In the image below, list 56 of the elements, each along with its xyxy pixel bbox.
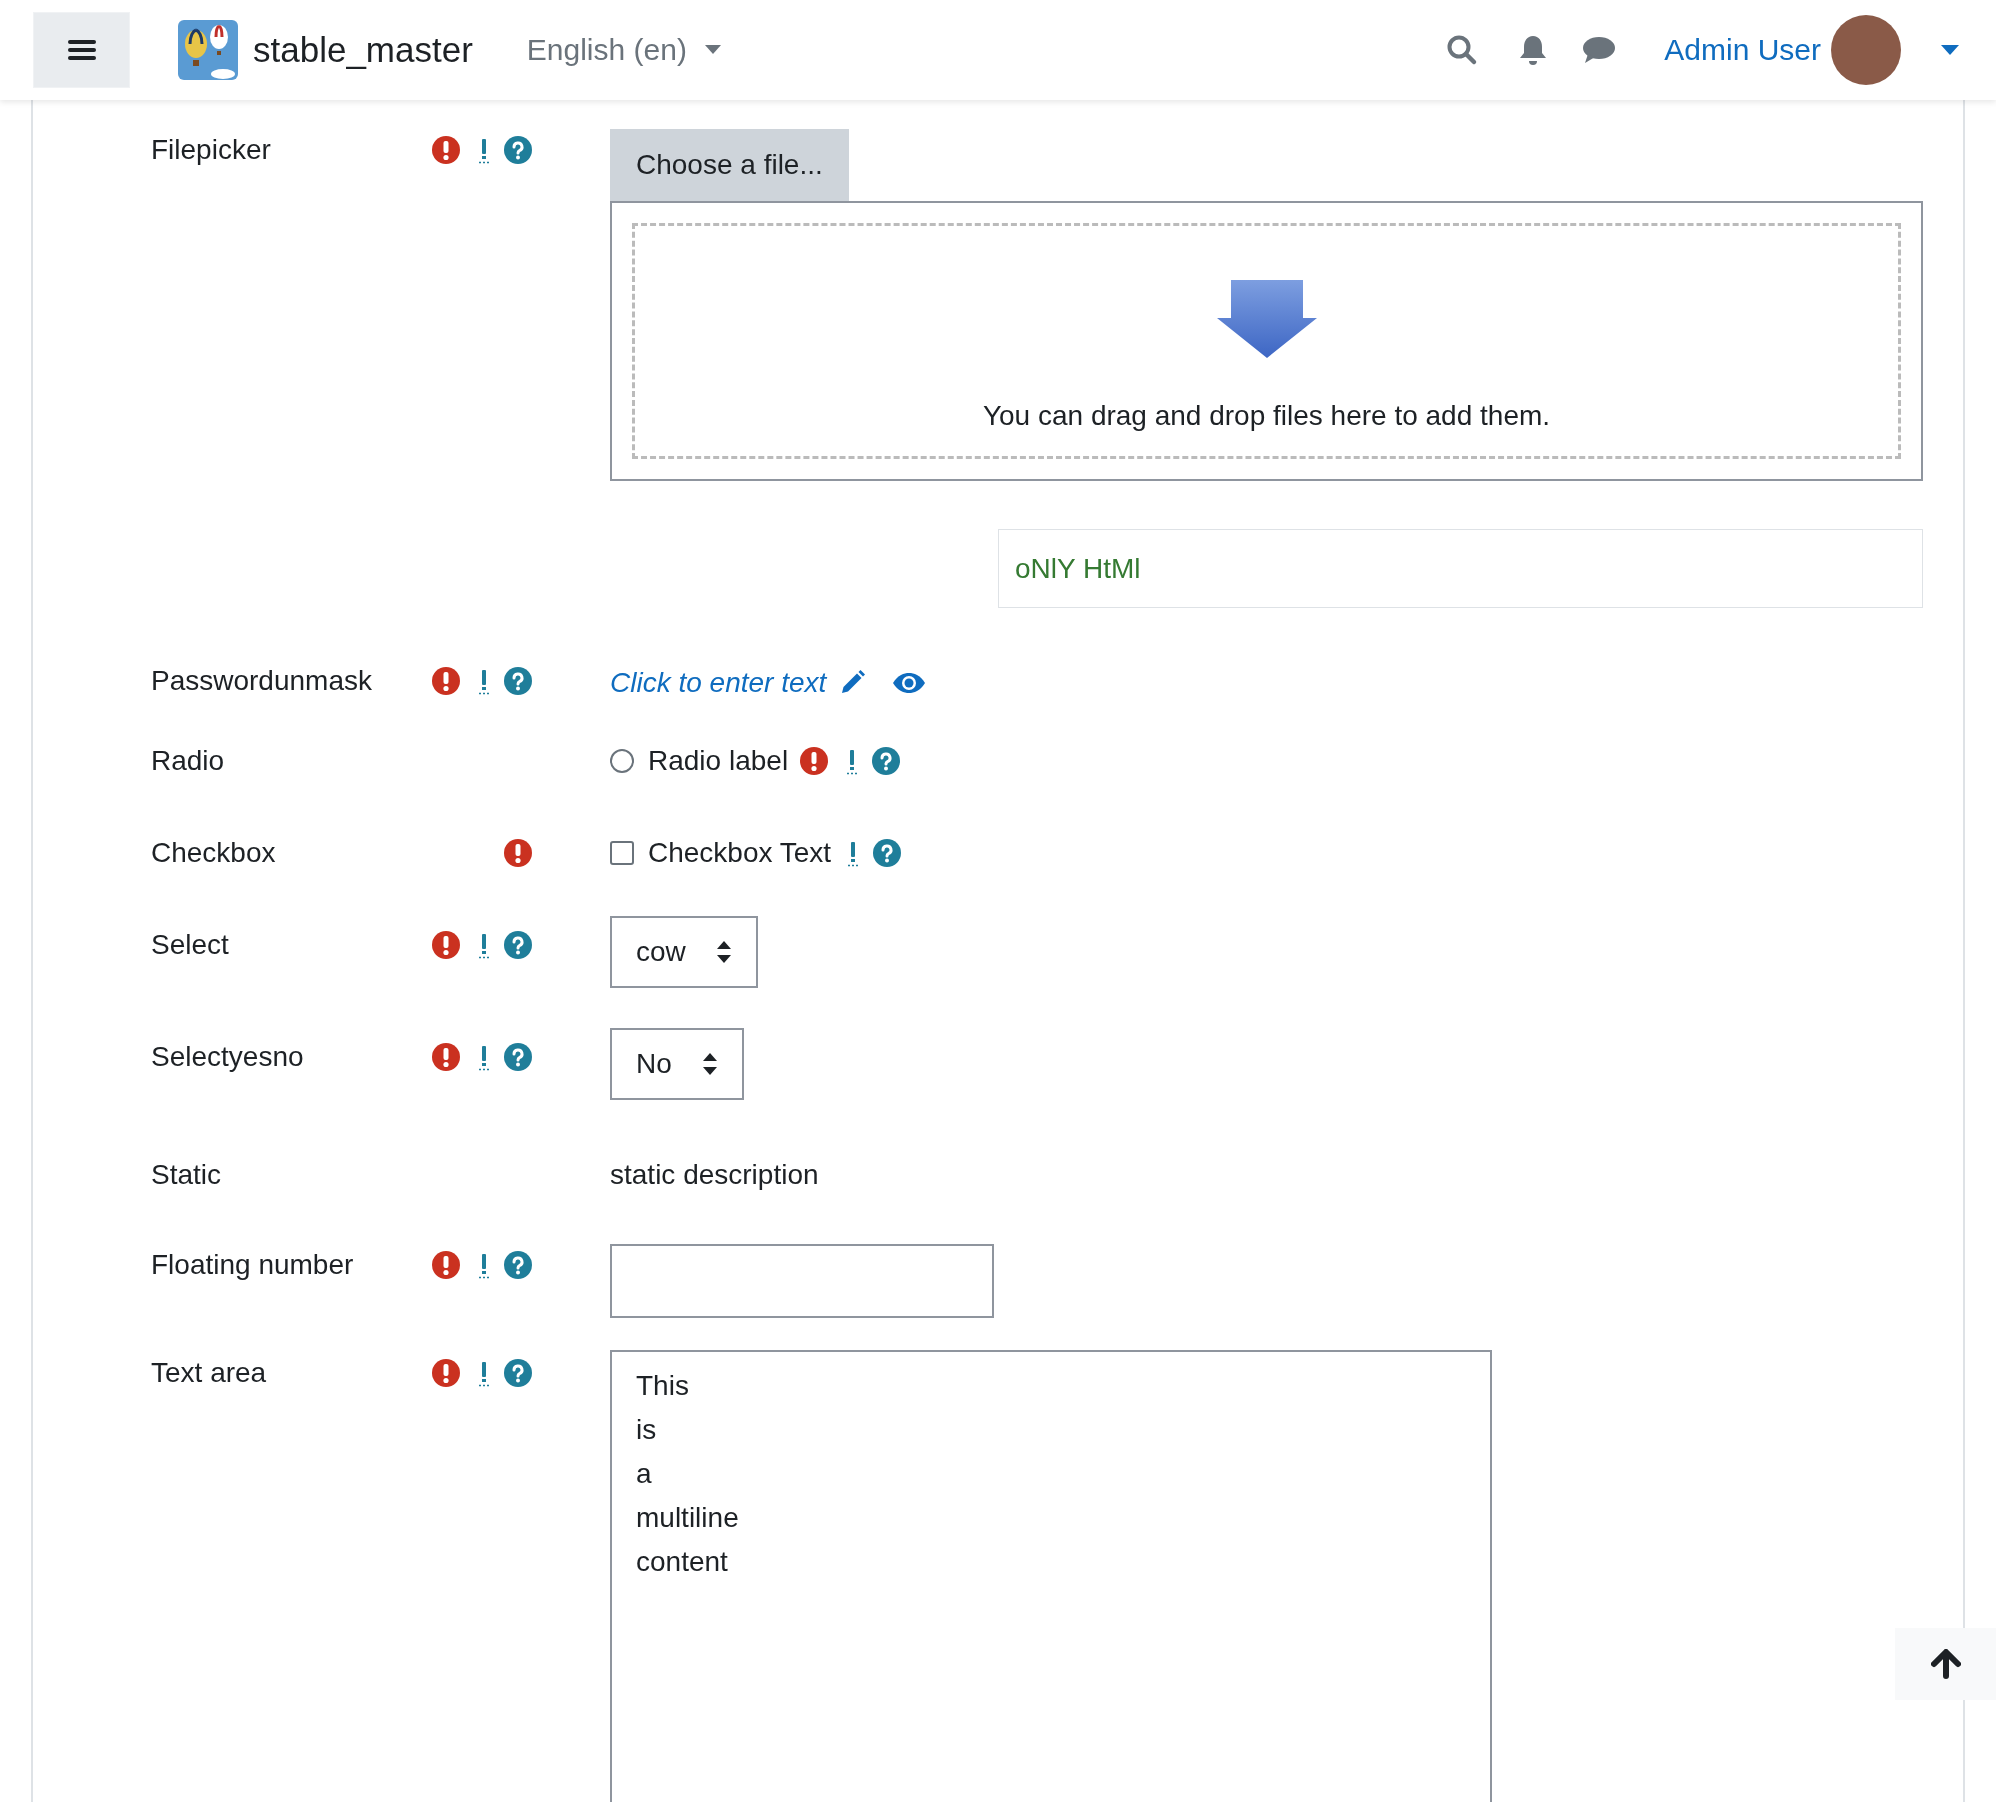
help-icon[interactable] (872, 747, 901, 775)
menu-button[interactable] (33, 12, 130, 88)
up-arrow-icon (1930, 1649, 1961, 1679)
choose-file-button[interactable]: Choose a file... (610, 129, 849, 201)
field-label: Text area (151, 1356, 267, 1390)
radio-button[interactable] (610, 749, 634, 773)
advanced-icon[interactable] (478, 136, 490, 164)
advanced-icon[interactable] (478, 1043, 490, 1071)
number-input-field[interactable] (610, 1244, 994, 1318)
select-dropdown[interactable]: cow (610, 916, 758, 988)
down-arrow-icon (1216, 278, 1317, 360)
sort-arrows-icon (701, 1052, 718, 1076)
field-label: Radio (151, 744, 225, 778)
input-field[interactable]: oNlY HtMl (998, 529, 1923, 608)
search-icon[interactable] (1446, 34, 1479, 66)
drop-zone[interactable]: You can drag and drop files here to add them. (610, 201, 1923, 481)
chat-bubble-icon[interactable] (1582, 36, 1617, 64)
back-to-top-button[interactable] (1895, 1628, 1996, 1700)
option-label[interactable]: Radio label (648, 745, 789, 777)
user-name[interactable]: Admin User (1664, 33, 1821, 67)
text-area[interactable]: This is a multiline content (610, 1350, 1492, 1802)
select-dropdown[interactable]: No (610, 1028, 744, 1100)
field-label: Static (151, 1158, 222, 1192)
enter-text-link[interactable]: Click to enter text (610, 667, 827, 699)
field-label: Checkbox (151, 836, 276, 870)
static-text: static description (610, 1158, 820, 1192)
help-icon[interactable] (504, 1043, 532, 1071)
bell-icon[interactable] (1518, 33, 1549, 67)
balloon-logo-icon[interactable] (178, 20, 238, 80)
field-label: Floating number (151, 1248, 354, 1282)
option-label[interactable]: Checkbox Text (648, 837, 832, 869)
site-name[interactable]: stable_master (253, 30, 473, 70)
field-label: Selectyesno (151, 1040, 304, 1074)
field-label: Passwordunmask (151, 664, 372, 698)
help-icon[interactable] (504, 667, 532, 695)
field-label: Select (151, 928, 229, 962)
language-menu[interactable]: English (en) (526, 33, 721, 67)
help-icon[interactable] (504, 1251, 532, 1279)
checkbox[interactable] (610, 841, 634, 865)
eye-icon[interactable] (892, 672, 927, 694)
advanced-icon[interactable] (847, 839, 860, 867)
field-label: Filepicker (151, 133, 271, 167)
drop-zone-text: You can drag and drop files here to add them. (982, 400, 1551, 432)
menu-icon (67, 38, 96, 62)
sort-arrows-icon (715, 940, 732, 964)
advanced-icon[interactable] (846, 747, 859, 775)
advanced-icon[interactable] (478, 931, 490, 959)
help-icon[interactable] (504, 1359, 532, 1387)
help-icon[interactable] (873, 839, 902, 867)
help-icon[interactable] (504, 931, 532, 959)
caret-icon[interactable] (1941, 45, 1959, 55)
caret-icon (704, 45, 721, 55)
advanced-icon[interactable] (478, 667, 490, 695)
advanced-icon[interactable] (478, 1251, 490, 1279)
advanced-icon[interactable] (478, 1359, 490, 1387)
help-icon[interactable] (504, 136, 532, 164)
